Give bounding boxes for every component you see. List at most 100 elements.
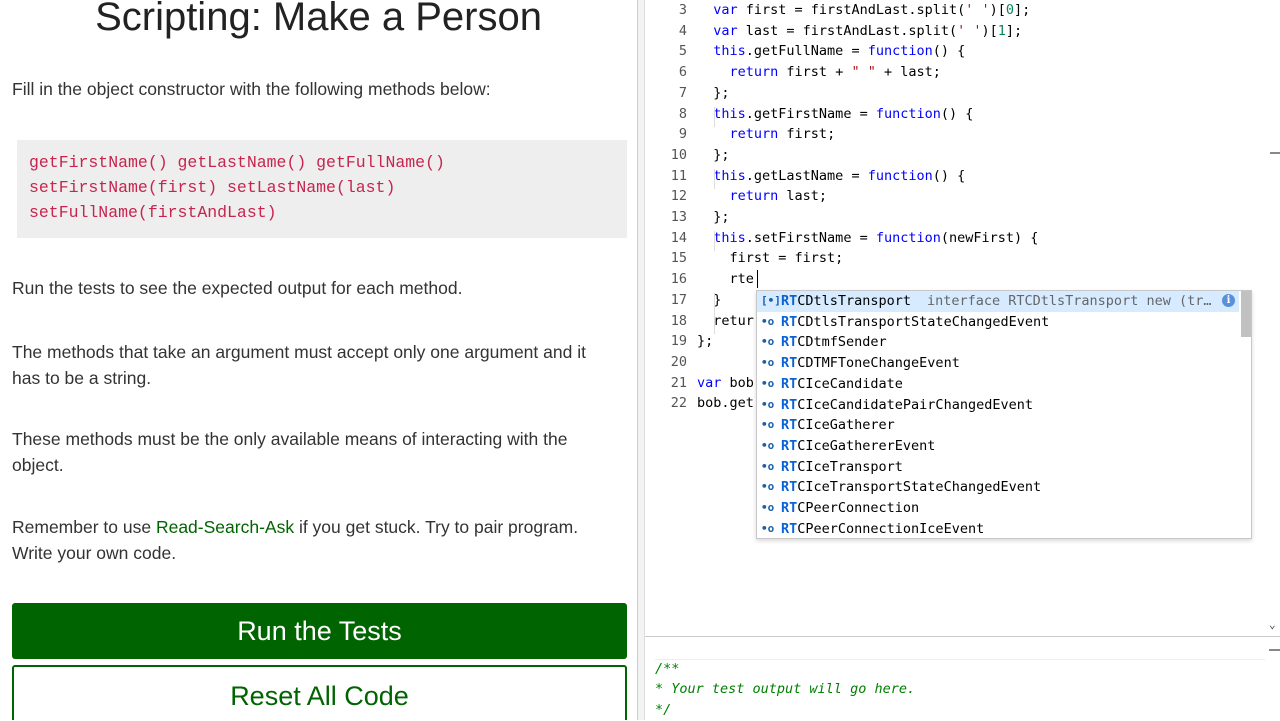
code-line[interactable]: }	[697, 290, 721, 310]
autocomplete-popup[interactable]: [•] RTCDtlsTransport interface RTCDtlsTran…	[756, 290, 1252, 539]
line-number: 11	[670, 167, 687, 184]
code-line[interactable]: this.setFirstName = function(newFirst) {	[697, 228, 1038, 248]
editor-scrollbar-marker[interactable]	[1270, 152, 1280, 154]
test-output-panel: /** * Your test output will go here. */	[645, 636, 1280, 721]
line-number: 9	[678, 126, 687, 143]
indent-guide	[714, 230, 715, 252]
output-line: /**	[655, 661, 680, 677]
variable-icon: •o	[761, 397, 775, 411]
autocomplete-item-label: RTCIceTransportStateChangedEvent	[781, 479, 1042, 496]
autocomplete-item[interactable]: •o RTCIceCandidate	[757, 374, 1239, 395]
line-number: 20	[670, 353, 687, 370]
autocomplete-item[interactable]: •o RTCIceCandidatePairChangedEvent	[757, 395, 1239, 416]
info-icon[interactable]: i	[1222, 294, 1235, 307]
methods-code-line: setFullName(firstAndLast)	[29, 203, 277, 222]
output-header-field	[655, 637, 1265, 660]
indent-guide	[714, 106, 715, 128]
code-line[interactable]: this.getLastName = function() {	[697, 166, 965, 186]
line-number: 14	[670, 229, 687, 246]
variable-icon: •o	[761, 418, 775, 432]
autocomplete-item[interactable]: •o RTCIceTransportStateChangedEvent	[757, 477, 1239, 498]
autocomplete-item[interactable]: •o RTCDTMFToneChangeEvent	[757, 353, 1239, 374]
autocomplete-item[interactable]: •o RTCIceGathererEvent	[757, 436, 1239, 457]
indent-guide	[714, 292, 715, 335]
indent-guide	[714, 168, 715, 190]
code-line[interactable]: };	[697, 83, 729, 103]
variable-icon: •o	[761, 314, 775, 328]
autocomplete-item-label: RTCIceGathererEvent	[781, 437, 936, 454]
variable-icon: •o	[761, 438, 775, 452]
means-note: These methods must be the only available…	[12, 429, 568, 475]
panel-splitter[interactable]	[637, 0, 645, 720]
line-number: 10	[670, 146, 687, 163]
line-number: 5	[678, 43, 687, 60]
autocomplete-item[interactable]: •o RTCIceTransport	[757, 457, 1239, 478]
code-line[interactable]: rte	[697, 269, 754, 289]
code-line[interactable]: bob.get	[697, 393, 754, 413]
reset-code-button[interactable]: Reset All Code	[12, 665, 627, 720]
line-number: 21	[670, 374, 687, 391]
code-line[interactable]: return last;	[697, 186, 828, 206]
autocomplete-item[interactable]: •o RTCPeerConnectionIceEvent	[757, 519, 1239, 538]
methods-code-line: setFirstName(first) setLastName(last)	[29, 178, 396, 197]
autocomplete-item-label: RTCIceGatherer	[781, 417, 895, 434]
code-line[interactable]: return first;	[697, 124, 836, 144]
line-number: 19	[670, 333, 687, 350]
output-scrollbar-marker[interactable]	[1269, 649, 1280, 651]
line-number: 17	[670, 291, 687, 308]
code-line[interactable]: };	[697, 331, 713, 351]
autocomplete-item[interactable]: •o RTCPeerConnection	[757, 498, 1239, 519]
variable-icon: •o	[761, 459, 775, 473]
output-line: * Your test output will go here.	[655, 681, 916, 697]
line-number: 13	[670, 209, 687, 225]
code-line[interactable]: };	[697, 207, 729, 227]
line-number: 15	[670, 250, 687, 267]
variable-icon: •o	[761, 521, 775, 535]
output-line: */	[655, 702, 672, 718]
intro-text: Fill in the object constructor with the …	[12, 79, 491, 99]
autocomplete-item[interactable]: •o RTCDtmfSender	[757, 332, 1239, 353]
autocomplete-item[interactable]: [•] RTCDtlsTransport interface RTCDtlsTran…	[757, 291, 1239, 312]
code-line[interactable]: };	[697, 145, 729, 165]
line-number: 22	[670, 395, 687, 412]
line-number: 12	[670, 188, 687, 205]
variable-icon: •o	[761, 335, 775, 349]
line-number: 4	[678, 22, 687, 39]
read-search-ask-link[interactable]: Read-Search-Ask	[156, 517, 294, 537]
code-line[interactable]: return first + " " + last;	[697, 62, 941, 82]
code-line[interactable]: first = first;	[697, 248, 844, 268]
line-number: 3	[678, 2, 687, 18]
code-line[interactable]: var bob	[697, 373, 754, 393]
line-number: 18	[670, 312, 687, 329]
page-title: Scripting: Make a Person	[95, 0, 542, 39]
line-number: 6	[678, 64, 687, 81]
run-tests-note: Run the tests to see the expected output…	[12, 278, 463, 298]
autocomplete-item-label: RTCDtmfSender	[781, 334, 887, 351]
code-line[interactable]: this.getFirstName = function() {	[697, 104, 973, 124]
autocomplete-scrollbar[interactable]	[1241, 291, 1251, 337]
line-number: 7	[678, 84, 687, 101]
scroll-down-icon[interactable]: ⌄	[1269, 618, 1276, 631]
autocomplete-item[interactable]: •o RTCDtlsTransportStateChangedEvent	[757, 312, 1239, 333]
variable-icon: •o	[761, 376, 775, 390]
autocomplete-item-label: RTCDtlsTransportStateChangedEvent	[781, 313, 1050, 330]
code-line[interactable]: var first = firstAndLast.split(' ')[0];	[697, 0, 1030, 20]
remember-note: Remember to use Read-Search-Ask if you g…	[12, 515, 612, 566]
methods-code-block: getFirstName() getLastName() getFullName…	[17, 140, 627, 238]
line-number: 16	[670, 271, 687, 288]
instructions-panel: Scripting: Make a Person Fill in the obj…	[0, 0, 637, 720]
autocomplete-item-label: RTCIceCandidate	[781, 375, 903, 392]
code-line[interactable]: this.getFullName = function() {	[697, 41, 965, 61]
autocomplete-item-label: RTCDtlsTransport	[781, 293, 912, 309]
autocomplete-item[interactable]: •o RTCIceGatherer	[757, 415, 1239, 436]
variable-icon: •o	[761, 356, 775, 370]
autocomplete-item-label: RTCIceTransport	[781, 458, 903, 475]
interface-icon: [•]	[761, 294, 781, 307]
autocomplete-item-label: RTCIceCandidatePairChangedEvent	[781, 396, 1033, 413]
code-line[interactable]: var last = firstAndLast.split(' ')[1];	[697, 21, 1022, 41]
autocomplete-item-label: RTCDTMFToneChangeEvent	[781, 355, 960, 372]
line-number: 8	[678, 105, 687, 122]
code-line[interactable]: retur	[697, 311, 754, 331]
run-tests-button[interactable]: Run the Tests	[12, 603, 627, 659]
autocomplete-item-detail: interface RTCDtlsTransport new (tr…	[927, 293, 1212, 309]
